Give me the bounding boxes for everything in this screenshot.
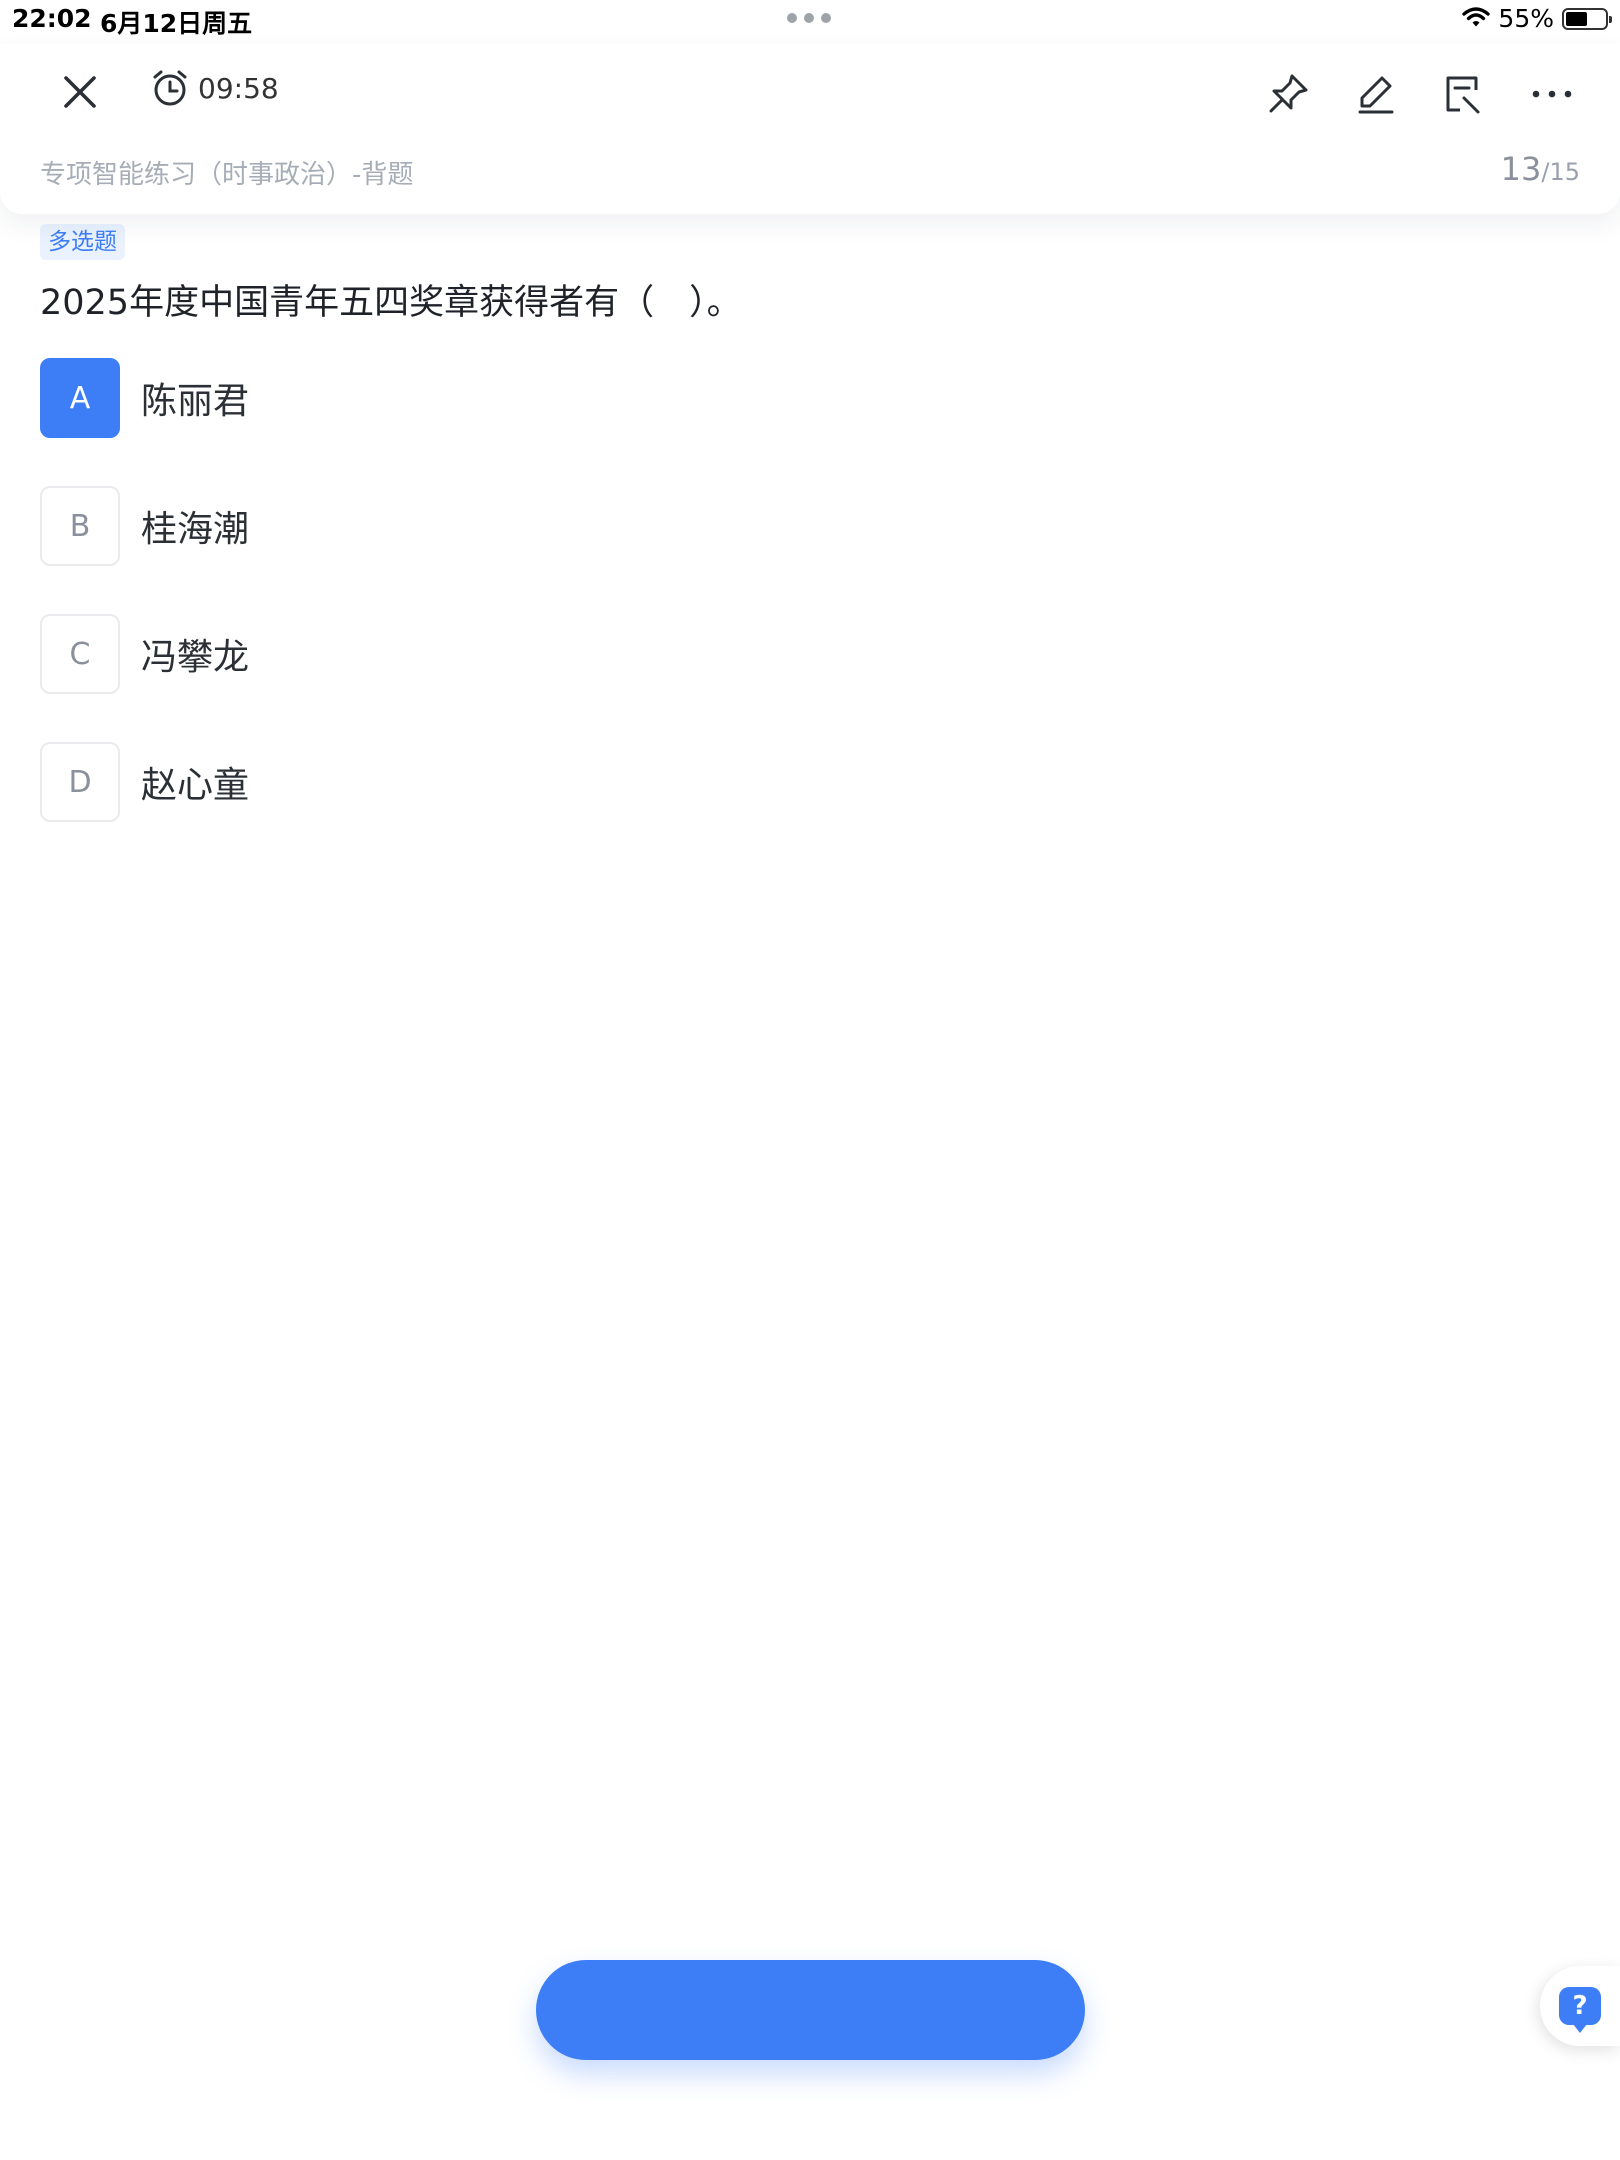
timer-text: 09:58 <box>198 71 279 105</box>
option-letter: B <box>40 486 120 566</box>
notes-icon <box>1446 76 1480 114</box>
option-b[interactable]: B 桂海潮 <box>40 486 249 566</box>
status-bar: 22:02 6月12日周五 55% <box>0 0 1620 44</box>
wifi-icon <box>1462 6 1491 32</box>
option-letter: D <box>40 742 120 822</box>
help-button[interactable]: ? <box>1540 1966 1620 2046</box>
exercise-title: 专项智能练习（时事政治）-背题 <box>40 160 414 190</box>
multitasking-dots-icon[interactable] <box>787 13 831 23</box>
battery-percent: 55% <box>1498 4 1554 33</box>
option-label: 冯攀龙 <box>141 637 250 678</box>
more-button[interactable] <box>1522 64 1582 124</box>
question-text: 2025年度中国青年五四奖章获得者有（ ）。 <box>40 283 742 323</box>
alarm-clock-icon <box>153 70 187 106</box>
edit-button[interactable] <box>1346 64 1406 124</box>
pencil-icon <box>1358 76 1394 114</box>
notes-button[interactable] <box>1432 64 1492 124</box>
battery-fill <box>1566 11 1587 26</box>
option-label: 陈丽君 <box>141 381 250 422</box>
question-type-badge: 多选题 <box>40 224 125 260</box>
progress-total: /15 <box>1541 158 1580 186</box>
quiz-header: 09:58 专项智能练习（时事政治）-背题 13/15 <box>0 44 1620 214</box>
more-icon <box>1532 90 1572 98</box>
option-label: 桂海潮 <box>141 509 250 550</box>
pin-button[interactable] <box>1258 64 1318 124</box>
submit-button[interactable] <box>536 1960 1085 2060</box>
close-icon <box>64 76 96 108</box>
option-a[interactable]: A 陈丽君 <box>40 358 249 438</box>
battery-icon <box>1562 7 1612 30</box>
countdown-timer[interactable]: 09:58 <box>150 68 279 108</box>
option-letter: C <box>40 614 120 694</box>
status-indicators: 55% <box>1462 4 1612 33</box>
option-c[interactable]: C 冯攀龙 <box>40 614 249 694</box>
option-label: 赵心童 <box>141 765 250 806</box>
option-d[interactable]: D 赵心童 <box>40 742 249 822</box>
status-time: 22:02 <box>12 4 92 33</box>
progress-current: 13 <box>1500 150 1542 188</box>
status-date: 6月12日周五 <box>100 9 253 38</box>
close-button[interactable] <box>52 64 108 120</box>
pin-icon <box>1269 74 1308 113</box>
help-icon: ? <box>1559 1987 1601 2033</box>
screen: 22:02 6月12日周五 55% 09:58 专项智能练习（时事政治）-背题 … <box>0 0 1620 2160</box>
question-progress[interactable]: 13/15 <box>1501 150 1580 188</box>
option-letter: A <box>40 358 120 438</box>
